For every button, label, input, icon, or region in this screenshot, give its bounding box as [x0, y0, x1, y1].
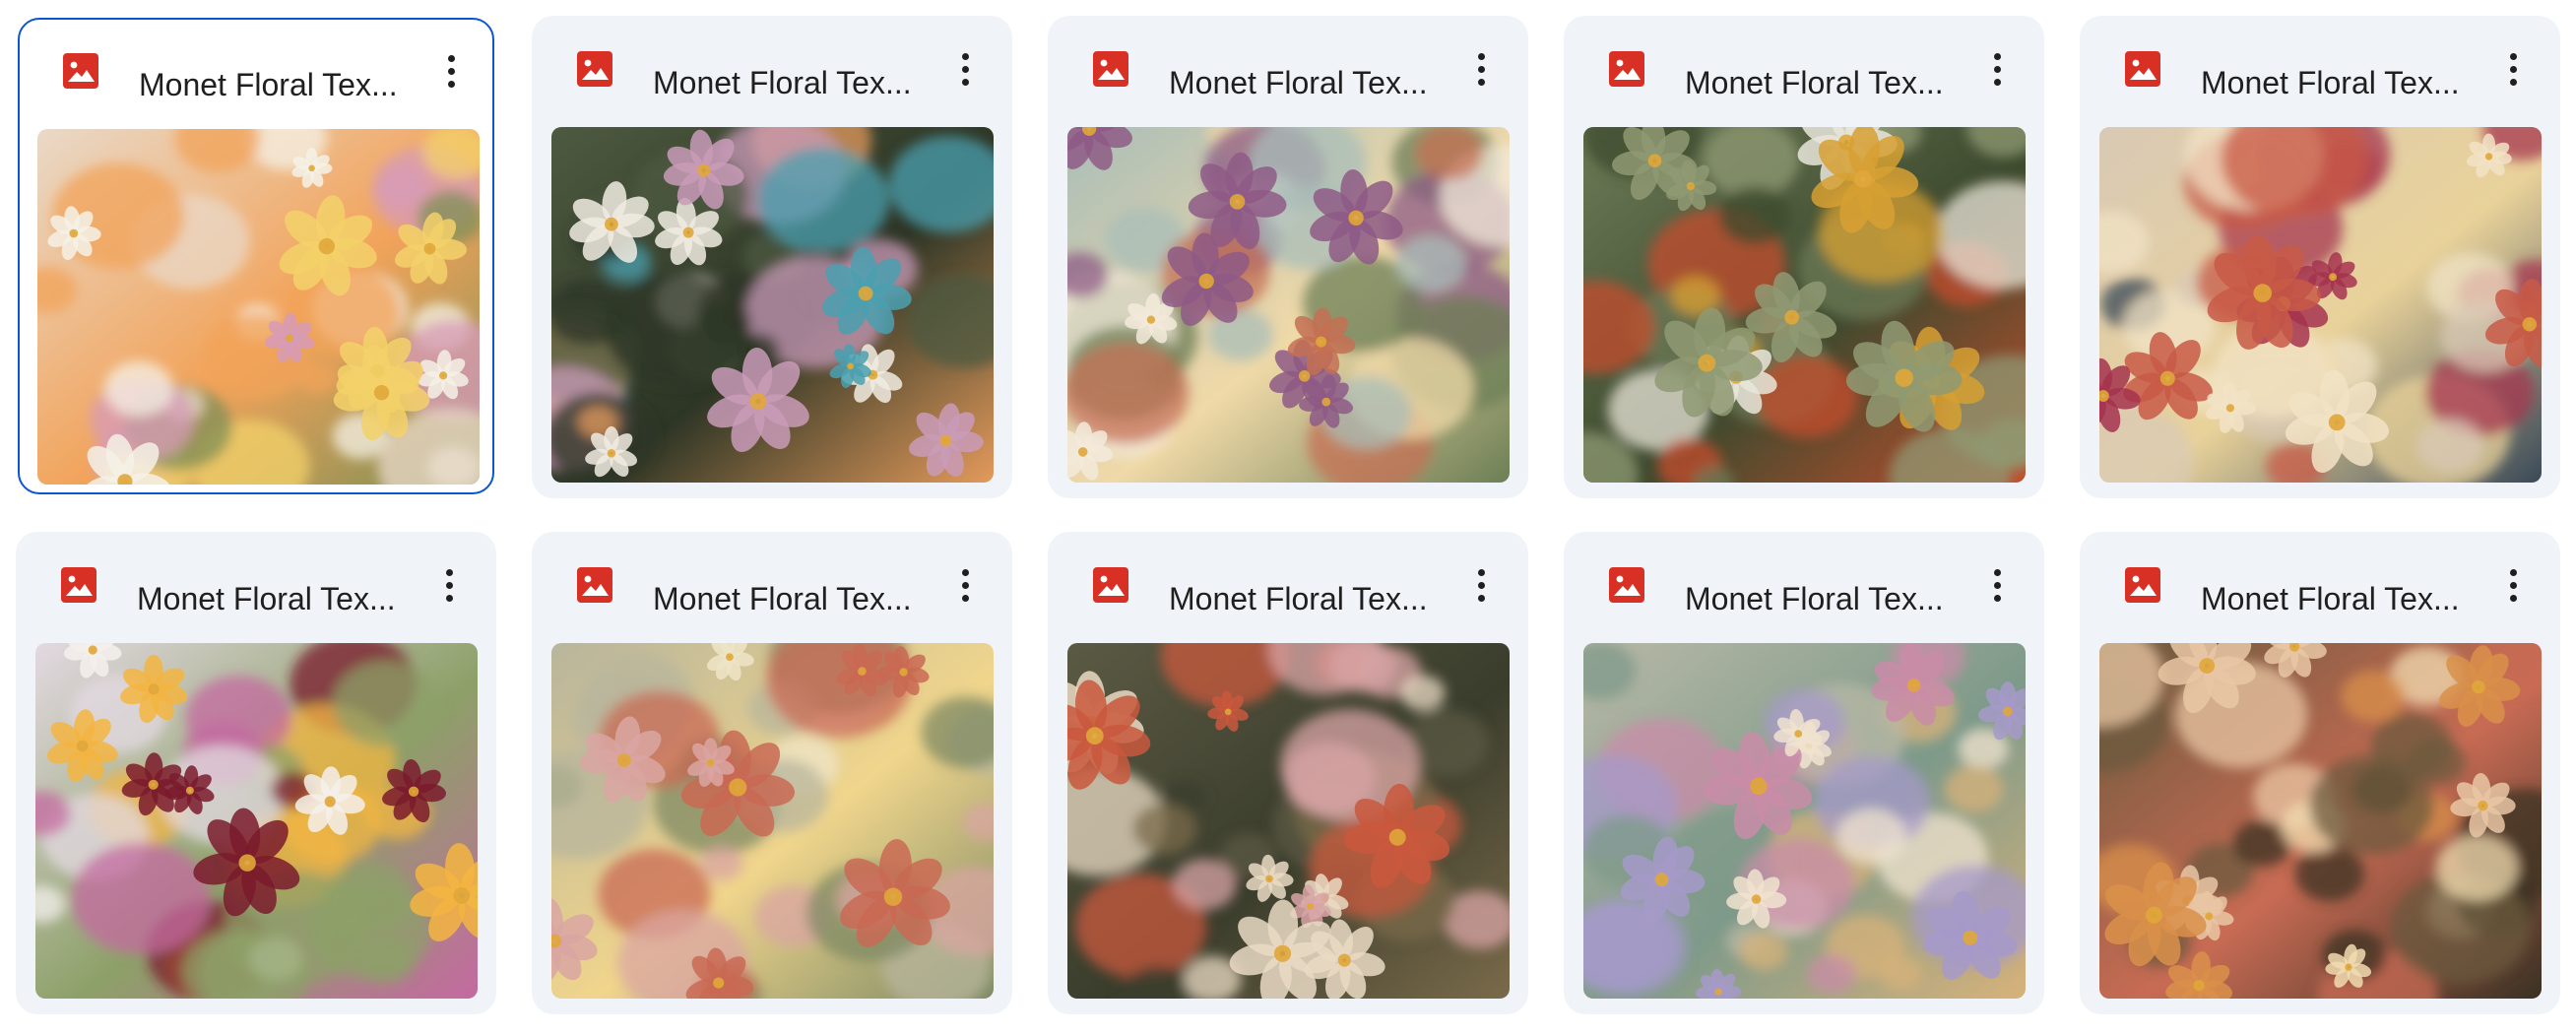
file-card[interactable]: Monet Floral Tex... [532, 16, 1012, 498]
file-card[interactable]: Monet Floral Tex... [1048, 532, 1528, 1014]
file-thumbnail[interactable] [2099, 643, 2542, 999]
more-vert-icon-dot [445, 594, 453, 602]
more-vert-icon [1993, 52, 2001, 60]
image-file-icon [575, 49, 614, 89]
image-file-icon [1607, 565, 1646, 605]
card-header: Monet Floral Tex... [532, 16, 1012, 138]
more-vert-icon-dot [2509, 594, 2517, 602]
more-vert-icon-dot [1477, 594, 1485, 602]
file-thumbnail[interactable] [37, 129, 480, 485]
file-thumbnail[interactable] [551, 643, 994, 999]
file-title[interactable]: Monet Floral Tex... [1685, 579, 1970, 618]
file-thumbnail[interactable] [1583, 127, 2026, 483]
more-vert-icon [961, 52, 969, 60]
more-vert-icon [1993, 568, 2001, 576]
file-title[interactable]: Monet Floral Tex... [137, 579, 422, 618]
file-title[interactable]: Monet Floral Tex... [1169, 63, 1454, 102]
more-vert-icon-dot [1993, 594, 2001, 602]
card-header: Monet Floral Tex... [2080, 16, 2560, 138]
more-vert-icon-dot [445, 581, 453, 589]
card-header: Monet Floral Tex... [532, 532, 1012, 654]
more-options-button[interactable] [1457, 561, 1505, 609]
card-header: Monet Floral Tex... [16, 532, 496, 654]
more-options-button[interactable] [1973, 561, 2021, 609]
more-vert-icon-dot [961, 78, 969, 86]
file-card[interactable]: Monet Floral Tex... [2080, 532, 2560, 1014]
file-card[interactable]: Monet Floral Tex... [18, 18, 494, 494]
file-title[interactable]: Monet Floral Tex... [139, 65, 424, 104]
file-thumbnail[interactable] [1067, 643, 1510, 999]
more-vert-icon [2509, 568, 2517, 576]
image-file-icon [2123, 49, 2162, 89]
file-title[interactable]: Monet Floral Tex... [2201, 63, 2486, 102]
more-options-button[interactable] [941, 45, 989, 93]
image-file-icon [1091, 565, 1130, 605]
more-vert-icon [447, 54, 455, 62]
file-title[interactable]: Monet Floral Tex... [653, 63, 938, 102]
more-vert-icon-dot [1993, 78, 2001, 86]
more-vert-icon-dot [961, 581, 969, 589]
more-options-button[interactable] [1457, 45, 1505, 93]
file-card[interactable]: Monet Floral Tex... [1564, 16, 2044, 498]
more-vert-icon-dot [2509, 65, 2517, 73]
file-thumbnail[interactable] [551, 127, 994, 483]
more-options-button[interactable] [941, 561, 989, 609]
more-options-button[interactable] [2489, 45, 2537, 93]
file-thumbnail[interactable] [2099, 127, 2542, 483]
card-header: Monet Floral Tex... [1564, 532, 2044, 654]
file-title[interactable]: Monet Floral Tex... [653, 579, 938, 618]
more-vert-icon-dot [1477, 78, 1485, 86]
more-vert-icon-dot [1477, 581, 1485, 589]
card-header: Monet Floral Tex... [18, 18, 492, 140]
more-vert-icon-dot [961, 65, 969, 73]
card-header: Monet Floral Tex... [1048, 16, 1528, 138]
more-vert-icon-dot [2509, 78, 2517, 86]
more-options-button[interactable] [2489, 561, 2537, 609]
file-card[interactable]: Monet Floral Tex... [16, 532, 496, 1014]
image-file-icon [61, 51, 100, 91]
image-file-icon [1091, 49, 1130, 89]
more-vert-icon [1477, 568, 1485, 576]
file-thumbnail[interactable] [1583, 643, 2026, 999]
more-vert-icon-dot [447, 80, 455, 88]
image-file-icon [575, 565, 614, 605]
file-card[interactable]: Monet Floral Tex... [532, 532, 1012, 1014]
image-file-icon [1607, 49, 1646, 89]
file-card[interactable]: Monet Floral Tex... [2080, 16, 2560, 498]
image-file-icon [59, 565, 98, 605]
file-thumbnail[interactable] [1067, 127, 1510, 483]
file-title[interactable]: Monet Floral Tex... [1685, 63, 1970, 102]
card-header: Monet Floral Tex... [2080, 532, 2560, 654]
file-grid: Monet Floral Tex... Monet Floral Tex... … [0, 0, 2576, 1036]
more-vert-icon-dot [447, 67, 455, 75]
file-thumbnail[interactable] [35, 643, 478, 999]
more-vert-icon [1477, 52, 1485, 60]
card-header: Monet Floral Tex... [1564, 16, 2044, 138]
file-card[interactable]: Monet Floral Tex... [1048, 16, 1528, 498]
more-vert-icon-dot [961, 594, 969, 602]
more-vert-icon-dot [1993, 65, 2001, 73]
more-vert-icon-dot [1993, 581, 2001, 589]
more-options-button[interactable] [1973, 45, 2021, 93]
file-card[interactable]: Monet Floral Tex... [1564, 532, 2044, 1014]
more-vert-icon-dot [1477, 65, 1485, 73]
more-vert-icon [445, 568, 453, 576]
image-file-icon [2123, 565, 2162, 605]
more-vert-icon-dot [2509, 581, 2517, 589]
more-options-button[interactable] [427, 47, 475, 95]
more-vert-icon [2509, 52, 2517, 60]
file-title[interactable]: Monet Floral Tex... [2201, 579, 2486, 618]
card-header: Monet Floral Tex... [1048, 532, 1528, 654]
more-options-button[interactable] [425, 561, 473, 609]
file-title[interactable]: Monet Floral Tex... [1169, 579, 1454, 618]
more-vert-icon [961, 568, 969, 576]
